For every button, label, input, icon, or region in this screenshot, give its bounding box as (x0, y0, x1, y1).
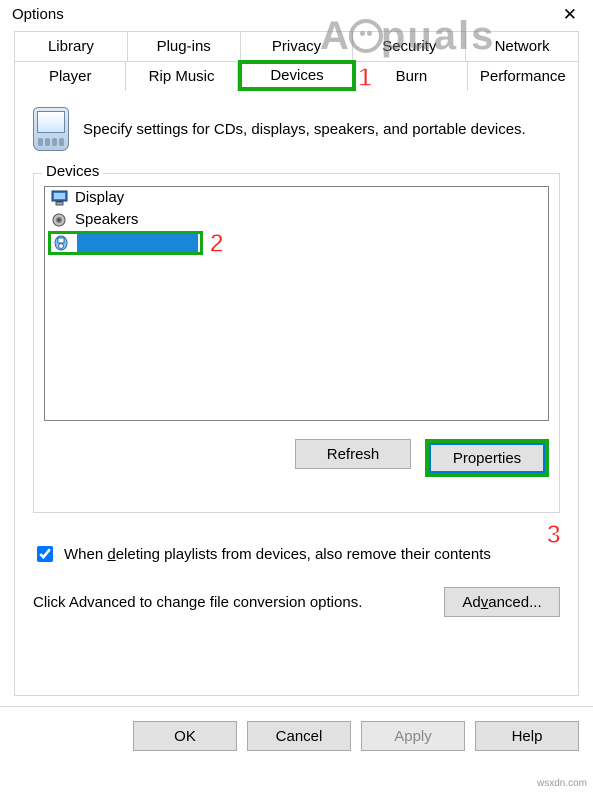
cancel-button[interactable]: Cancel (247, 721, 351, 751)
tab-privacy[interactable]: Privacy (241, 31, 354, 61)
tab-library[interactable]: Library (14, 31, 128, 61)
dialog-button-bar: OK Cancel Apply Help (0, 706, 593, 751)
device-label: Speakers (75, 210, 138, 230)
monitor-icon (51, 190, 69, 206)
device-item-speakers[interactable]: Speakers (45, 209, 548, 231)
intro-text: Specify settings for CDs, displays, spea… (83, 121, 526, 138)
tab-network[interactable]: Network (466, 31, 579, 61)
tab-strip: Library Plug-ins Privacy Security Networ… (14, 31, 579, 91)
intro-row: Specify settings for CDs, displays, spea… (15, 91, 578, 161)
tab-devices-label: Devices (270, 67, 323, 84)
refresh-button[interactable]: Refresh (295, 439, 411, 469)
tab-player[interactable]: Player (14, 61, 126, 91)
device-selected-label (77, 234, 198, 252)
advanced-button[interactable]: Advanced... (444, 587, 560, 617)
devices-listbox[interactable]: Display Speakers 2 (44, 186, 549, 421)
tab-devices[interactable]: Devices 1 (238, 60, 356, 91)
groupbox-label: Devices (42, 163, 103, 180)
ok-button[interactable]: OK (133, 721, 237, 751)
advanced-text: Click Advanced to change file conversion… (33, 594, 362, 611)
tab-plugins[interactable]: Plug-ins (128, 31, 241, 61)
device-buttons-row: Refresh Properties (44, 439, 549, 477)
titlebar: Options ✕ (0, 0, 593, 27)
device-label: Display (75, 188, 124, 208)
delete-playlists-row: When deleting playlists from devices, al… (33, 543, 560, 565)
device-item-display[interactable]: Display (45, 187, 548, 209)
speaker-icon (51, 212, 69, 228)
device-item-selected[interactable]: 2 (48, 231, 203, 255)
close-icon[interactable]: ✕ (557, 6, 583, 23)
advanced-row: Click Advanced to change file conversion… (33, 587, 560, 617)
properties-highlight: Properties (425, 439, 549, 477)
tab-performance[interactable]: Performance (468, 61, 579, 91)
tab-security[interactable]: Security (353, 31, 466, 61)
source-note: wsxdn.com (537, 778, 587, 789)
delete-playlists-checkbox[interactable] (37, 546, 53, 562)
pda-icon (33, 107, 69, 151)
player-icon (53, 235, 71, 251)
annotation-2: 2 (210, 228, 224, 259)
delete-playlists-label[interactable]: When deleting playlists from devices, al… (64, 546, 491, 563)
devices-groupbox: Devices Display Speakers (33, 173, 560, 513)
tab-ripmusic[interactable]: Rip Music (126, 61, 237, 91)
tab-panel-devices: Specify settings for CDs, displays, spea… (14, 90, 579, 696)
help-button[interactable]: Help (475, 721, 579, 751)
window-title: Options (12, 6, 64, 23)
apply-button: Apply (361, 721, 465, 751)
properties-button[interactable]: Properties (429, 443, 545, 473)
tab-burn[interactable]: Burn (356, 61, 467, 91)
